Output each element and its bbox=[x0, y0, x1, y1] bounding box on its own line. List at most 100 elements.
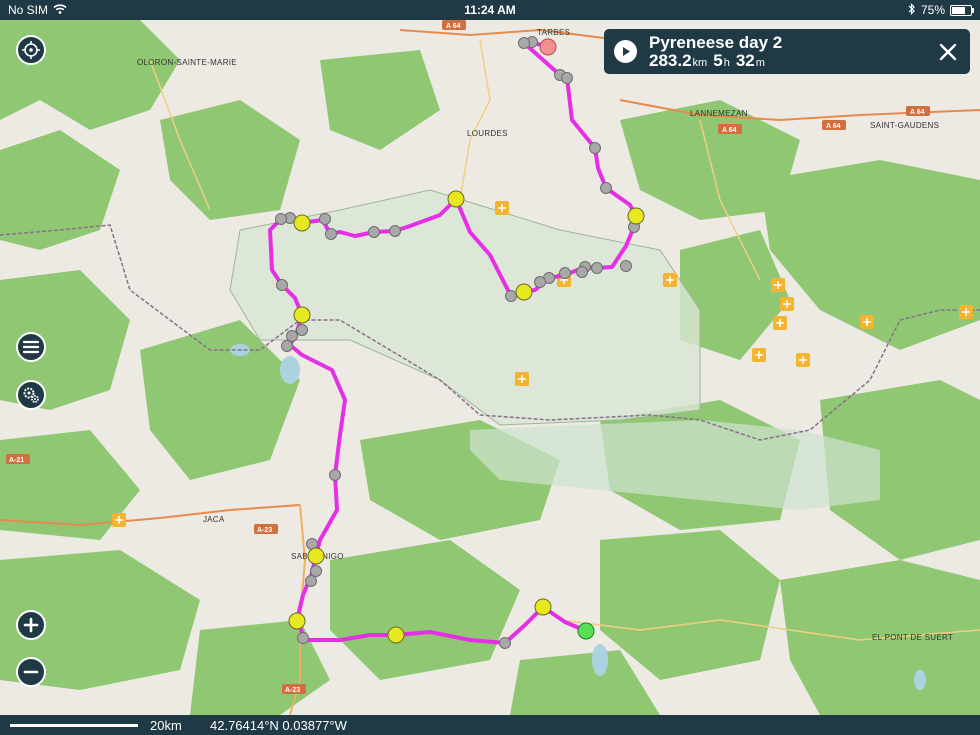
shaping-point bbox=[559, 267, 571, 279]
town-label-jaca: JACA bbox=[203, 515, 225, 524]
waypoint-marker bbox=[288, 612, 306, 630]
status-bar: No SIM 11:24 AM 75% bbox=[0, 0, 980, 20]
waypoint-marker bbox=[447, 190, 465, 208]
town-label-lannemezan: LANNEMEZAN bbox=[690, 109, 748, 118]
zoom-in-button[interactable] bbox=[16, 610, 46, 640]
poi-airport-icon bbox=[112, 513, 126, 527]
town-label-tarbes: TARBES bbox=[537, 28, 570, 37]
shaping-point bbox=[325, 228, 337, 240]
wifi-icon bbox=[53, 3, 67, 17]
poi-airport-icon bbox=[663, 273, 677, 287]
shaping-point bbox=[319, 213, 331, 225]
zoom-out-button[interactable] bbox=[16, 657, 46, 687]
bottom-bar: 20km 42.76414°N 0.03877°W bbox=[0, 715, 980, 735]
waypoint-marker bbox=[534, 598, 552, 616]
shaping-point bbox=[499, 637, 511, 649]
route-info-card: Pyreneese day 2 283.2km 5h 32m bbox=[604, 29, 970, 74]
battery-fill bbox=[952, 6, 965, 14]
shaping-point bbox=[576, 266, 588, 278]
shaping-point bbox=[505, 290, 517, 302]
bluetooth-icon bbox=[908, 2, 916, 18]
route-minutes-unit: m bbox=[755, 56, 765, 69]
status-right: 75% bbox=[908, 2, 974, 18]
shaping-point bbox=[310, 565, 322, 577]
menu-button[interactable] bbox=[16, 332, 46, 362]
poi-airport-icon bbox=[959, 305, 973, 319]
close-button[interactable] bbox=[936, 40, 960, 64]
minus-icon bbox=[23, 670, 39, 674]
gears-icon bbox=[23, 387, 39, 403]
shaping-point bbox=[589, 142, 601, 154]
poi-airport-icon bbox=[752, 348, 766, 362]
shaping-point bbox=[600, 182, 612, 194]
waypoint-marker bbox=[307, 547, 325, 565]
waypoint-marker bbox=[387, 626, 405, 644]
shaping-point bbox=[561, 72, 573, 84]
shaping-point bbox=[305, 575, 317, 587]
map-view[interactable]: A 64 A 64 A 64 A 64 A-21 A-23 A-23 TARBE… bbox=[0, 20, 980, 715]
town-label-saint-gaudens: SAINT-GAUDENS bbox=[870, 121, 939, 130]
route-hours-unit: h bbox=[723, 56, 730, 69]
shaping-point bbox=[368, 226, 380, 238]
waypoint-marker bbox=[627, 207, 645, 225]
route-start-marker bbox=[539, 38, 557, 56]
poi-airport-icon bbox=[780, 297, 794, 311]
status-left: No SIM bbox=[8, 3, 67, 17]
map-canvas[interactable]: A 64 A 64 A 64 A 64 A-21 A-23 A-23 TARBE… bbox=[0, 20, 980, 715]
road-label-a23: A-23 bbox=[257, 527, 272, 534]
waypoint-marker bbox=[293, 306, 311, 324]
poi-airport-icon bbox=[773, 316, 787, 330]
road-label-a64: A 64 bbox=[446, 23, 461, 30]
poi-airport-icon bbox=[771, 278, 785, 292]
shaping-point bbox=[389, 225, 401, 237]
shaping-point bbox=[286, 330, 298, 342]
coordinates-readout: 42.76414°N 0.03877°W bbox=[210, 718, 347, 733]
route-stats: 283.2km 5h 32m bbox=[649, 50, 936, 70]
poi-airport-icon bbox=[495, 201, 509, 215]
shaping-point bbox=[296, 324, 308, 336]
route-minutes: 32 bbox=[735, 50, 755, 70]
route-distance: 283.2 bbox=[649, 50, 692, 70]
close-icon bbox=[939, 43, 957, 60]
shaping-point bbox=[620, 260, 632, 272]
shaping-point bbox=[591, 262, 603, 274]
poi-airport-icon bbox=[515, 372, 529, 386]
shaping-point bbox=[534, 276, 546, 288]
shaping-point bbox=[281, 340, 293, 352]
route-distance-unit: km bbox=[692, 56, 708, 69]
shaping-point bbox=[329, 469, 341, 481]
road-label-a21: A-21 bbox=[9, 457, 24, 464]
crosshair-icon bbox=[22, 41, 40, 59]
scale-bar bbox=[10, 724, 138, 727]
play-button[interactable] bbox=[614, 40, 637, 63]
poi-airport-icon bbox=[796, 353, 810, 367]
town-label-pont-de-suert: EL PONT DE SUERT bbox=[872, 633, 953, 642]
settings-button[interactable] bbox=[16, 380, 46, 410]
town-label-oloron: OLORON-SAINTE-MARIE bbox=[137, 58, 237, 67]
shaping-point bbox=[518, 37, 530, 49]
battery-icon bbox=[950, 4, 974, 16]
shaping-point bbox=[275, 213, 287, 225]
waypoint-marker bbox=[293, 214, 311, 232]
road-label-a23-bottom: A-23 bbox=[285, 687, 300, 694]
play-icon bbox=[622, 47, 630, 56]
shaping-point bbox=[297, 632, 309, 644]
route-info: Pyreneese day 2 283.2km 5h 32m bbox=[649, 32, 936, 70]
road-label-a64-right: A 64 bbox=[826, 123, 841, 130]
town-label-lourdes: LOURDES bbox=[467, 129, 508, 138]
road-label-a64-mid: A 64 bbox=[722, 127, 737, 134]
carrier-label: No SIM bbox=[8, 3, 49, 17]
clock: 11:24 AM bbox=[464, 3, 516, 17]
scale-label: 20km bbox=[150, 718, 182, 733]
road-label-a64-right2: A 64 bbox=[910, 109, 925, 116]
menu-icon bbox=[23, 340, 39, 354]
battery-percent: 75% bbox=[920, 3, 945, 17]
locate-button[interactable] bbox=[16, 35, 46, 65]
shaping-point bbox=[276, 279, 288, 291]
route-end-marker bbox=[577, 622, 595, 640]
plus-icon bbox=[23, 617, 39, 633]
poi-airport-icon bbox=[860, 315, 874, 329]
route-title: Pyreneese day 2 bbox=[649, 32, 783, 52]
route-hours: 5 bbox=[713, 50, 723, 70]
waypoint-marker bbox=[515, 283, 533, 301]
